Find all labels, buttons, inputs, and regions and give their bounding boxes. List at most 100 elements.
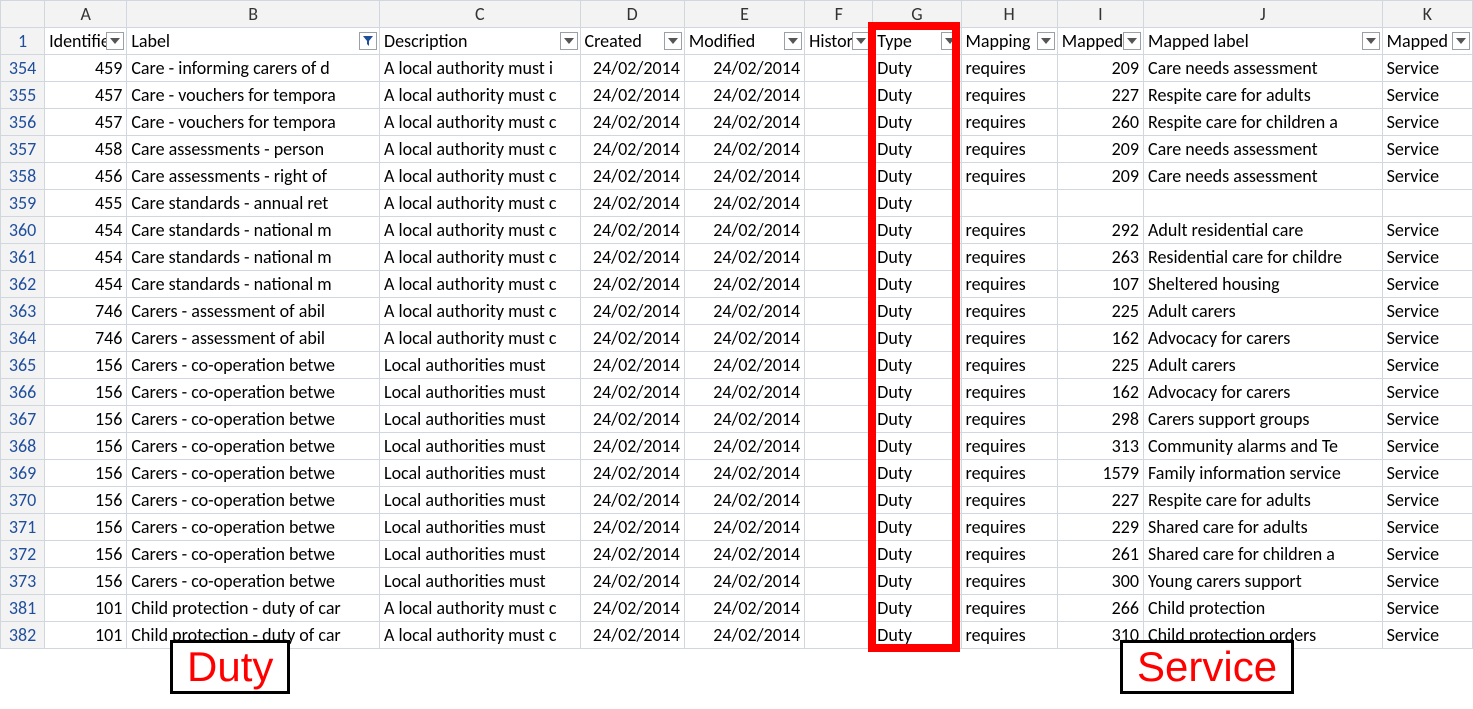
cell-D[interactable]: 24/02/2014 — [580, 109, 684, 136]
cell-K[interactable]: Service — [1382, 325, 1472, 352]
cell-G[interactable]: Duty — [873, 379, 961, 406]
cell-A[interactable]: 746 — [45, 325, 127, 352]
cell-G[interactable]: Duty — [873, 622, 961, 649]
cell-H[interactable]: requires — [961, 541, 1057, 568]
cell-F[interactable] — [805, 352, 873, 379]
cell-H[interactable]: requires — [961, 271, 1057, 298]
cell-A[interactable]: 457 — [45, 82, 127, 109]
cell-E[interactable]: 24/02/2014 — [684, 514, 804, 541]
cell-J[interactable]: Care needs assessment — [1144, 55, 1383, 82]
cell-C[interactable]: A local authority must c — [380, 163, 581, 190]
row-number[interactable]: 362 — [1, 271, 45, 298]
cell-B[interactable]: Carers - co-operation betwe — [127, 433, 380, 460]
cell-C[interactable]: Local authorities must — [380, 379, 581, 406]
cell-E[interactable]: 24/02/2014 — [684, 325, 804, 352]
cell-H[interactable]: requires — [961, 244, 1057, 271]
row-number[interactable]: 359 — [1, 190, 45, 217]
cell-I[interactable]: 209 — [1057, 163, 1143, 190]
cell-K[interactable]: Service — [1382, 379, 1472, 406]
cell-G[interactable]: Duty — [873, 163, 961, 190]
cell-K[interactable]: Service — [1382, 298, 1472, 325]
row-number[interactable]: 370 — [1, 487, 45, 514]
cell-E[interactable]: 24/02/2014 — [684, 460, 804, 487]
cell-J[interactable]: Respite care for adults — [1144, 487, 1383, 514]
cell-E[interactable]: 24/02/2014 — [684, 190, 804, 217]
column-header-F[interactable]: F — [805, 1, 873, 28]
cell-A[interactable]: 156 — [45, 460, 127, 487]
cell-K[interactable]: Service — [1382, 55, 1472, 82]
cell-A[interactable]: 156 — [45, 487, 127, 514]
cell-J[interactable]: Child protection — [1144, 595, 1383, 622]
cell-C[interactable]: A local authority must c — [380, 271, 581, 298]
cell-J[interactable]: Advocacy for carers — [1144, 325, 1383, 352]
cell-I[interactable]: 162 — [1057, 379, 1143, 406]
cell-H[interactable]: requires — [961, 595, 1057, 622]
cell-I[interactable]: 1579 — [1057, 460, 1143, 487]
cell-J[interactable]: Carers support groups — [1144, 406, 1383, 433]
cell-D[interactable]: 24/02/2014 — [580, 325, 684, 352]
cell-D[interactable]: 24/02/2014 — [580, 568, 684, 595]
cell-D[interactable]: 24/02/2014 — [580, 514, 684, 541]
cell-A[interactable]: 156 — [45, 379, 127, 406]
cell-K[interactable]: Service — [1382, 460, 1472, 487]
filter-dropdown-icon[interactable] — [106, 32, 124, 50]
cell-H[interactable]: requires — [961, 487, 1057, 514]
cell-D[interactable]: 24/02/2014 — [580, 622, 684, 649]
cell-I[interactable]: 266 — [1057, 595, 1143, 622]
spreadsheet-grid[interactable]: ABCDEFGHIJK 1IdentifierLabelDescriptionC… — [0, 0, 1473, 649]
field-header-K[interactable]: Mapped — [1382, 28, 1472, 55]
cell-A[interactable]: 457 — [45, 109, 127, 136]
row-number[interactable]: 360 — [1, 217, 45, 244]
cell-A[interactable]: 455 — [45, 190, 127, 217]
row-number[interactable]: 382 — [1, 622, 45, 649]
cell-J[interactable]: Adult carers — [1144, 298, 1383, 325]
cell-G[interactable]: Duty — [873, 352, 961, 379]
cell-B[interactable]: Carers - co-operation betwe — [127, 568, 380, 595]
cell-C[interactable]: Local authorities must — [380, 568, 581, 595]
cell-J[interactable]: Care needs assessment — [1144, 163, 1383, 190]
cell-F[interactable] — [805, 55, 873, 82]
cell-B[interactable]: Carers - assessment of abil — [127, 325, 380, 352]
cell-J[interactable]: Family information service — [1144, 460, 1383, 487]
cell-C[interactable]: A local authority must c — [380, 217, 581, 244]
cell-I[interactable]: 107 — [1057, 271, 1143, 298]
cell-A[interactable]: 156 — [45, 406, 127, 433]
cell-I[interactable]: 313 — [1057, 433, 1143, 460]
cell-D[interactable]: 24/02/2014 — [580, 460, 684, 487]
row-number[interactable]: 367 — [1, 406, 45, 433]
cell-I[interactable]: 292 — [1057, 217, 1143, 244]
cell-E[interactable]: 24/02/2014 — [684, 244, 804, 271]
column-header-E[interactable]: E — [684, 1, 804, 28]
cell-E[interactable]: 24/02/2014 — [684, 55, 804, 82]
cell-C[interactable]: A local authority must c — [380, 595, 581, 622]
cell-F[interactable] — [805, 298, 873, 325]
cell-A[interactable]: 459 — [45, 55, 127, 82]
cell-G[interactable]: Duty — [873, 136, 961, 163]
cell-G[interactable]: Duty — [873, 541, 961, 568]
cell-A[interactable]: 101 — [45, 622, 127, 649]
cell-B[interactable]: Carers - co-operation betwe — [127, 460, 380, 487]
row-number[interactable]: 354 — [1, 55, 45, 82]
cell-K[interactable]: Service — [1382, 541, 1472, 568]
cell-J[interactable]: Community alarms and Te — [1144, 433, 1383, 460]
cell-B[interactable]: Care standards - annual ret — [127, 190, 380, 217]
cell-B[interactable]: Care - vouchers for tempora — [127, 109, 380, 136]
cell-H[interactable]: requires — [961, 136, 1057, 163]
cell-A[interactable]: 458 — [45, 136, 127, 163]
cell-H[interactable]: requires — [961, 514, 1057, 541]
cell-I[interactable]: 261 — [1057, 541, 1143, 568]
cell-E[interactable]: 24/02/2014 — [684, 271, 804, 298]
filter-dropdown-icon[interactable] — [1037, 32, 1055, 50]
cell-J[interactable]: Adult residential care — [1144, 217, 1383, 244]
field-header-D[interactable]: Created — [580, 28, 684, 55]
cell-B[interactable]: Carers - co-operation betwe — [127, 487, 380, 514]
cell-I[interactable]: 300 — [1057, 568, 1143, 595]
cell-D[interactable]: 24/02/2014 — [580, 298, 684, 325]
cell-D[interactable]: 24/02/2014 — [580, 541, 684, 568]
row-number[interactable]: 365 — [1, 352, 45, 379]
cell-G[interactable]: Duty — [873, 568, 961, 595]
filter-active-icon[interactable] — [359, 32, 377, 50]
row-number[interactable]: 373 — [1, 568, 45, 595]
cell-C[interactable]: A local authority must c — [380, 244, 581, 271]
column-header-H[interactable]: H — [961, 1, 1057, 28]
